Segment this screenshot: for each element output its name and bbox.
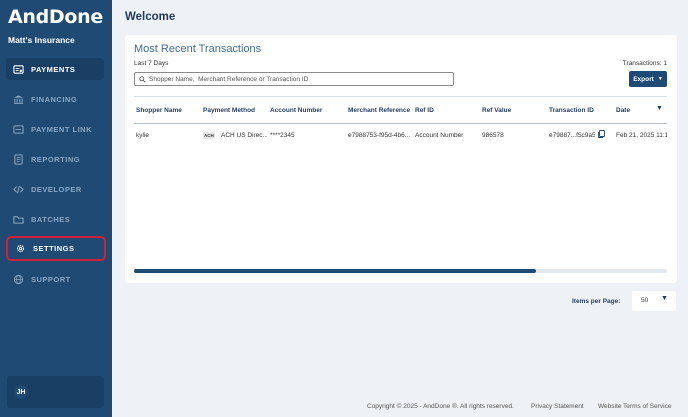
- chevron-down-icon: ▼: [657, 76, 663, 82]
- column-merchant-reference[interactable]: Merchant Reference: [348, 107, 410, 114]
- column-ref-value[interactable]: Ref Value: [482, 107, 511, 114]
- sidebar-item-label: DEVELOPER: [31, 184, 82, 194]
- sidebar-item-support[interactable]: SUPPORT: [6, 268, 104, 290]
- folder-icon: [12, 213, 24, 225]
- scrollbar-thumb[interactable]: [134, 269, 536, 273]
- footer-copyright: Copyright © 2025 - AndDone ®. All rights…: [367, 403, 514, 410]
- items-per-page-value: 50: [641, 297, 649, 304]
- ach-logo-icon: ACH: [203, 132, 215, 139]
- sidebar-item-label: SETTINGS: [33, 244, 75, 253]
- header-divider: [134, 96, 667, 97]
- export-label: Export: [633, 75, 654, 83]
- code-icon: [12, 183, 24, 195]
- sidebar: AndDone Matt's Insurance PAYMENTS FINANC…: [0, 0, 112, 417]
- column-payment-method[interactable]: Payment Method: [203, 107, 255, 114]
- sidebar-item-payments[interactable]: PAYMENTS: [6, 58, 104, 80]
- bank-icon: [12, 93, 24, 105]
- sidebar-item-label: REPORTING: [31, 154, 81, 164]
- gear-icon: [14, 243, 26, 255]
- transactions-count: Transactions: 1: [622, 60, 667, 67]
- horizontal-scrollbar[interactable]: [134, 269, 667, 273]
- sidebar-item-label: SUPPORT: [31, 274, 71, 284]
- sidebar-item-label: BATCHES: [31, 214, 71, 224]
- sidebar-item-reporting[interactable]: REPORTING: [6, 148, 104, 170]
- sidebar-item-label: PAYMENT LINK: [31, 124, 93, 134]
- sidebar-item-payment-link[interactable]: PAYMENT LINK: [6, 118, 104, 140]
- copy-icon[interactable]: [598, 130, 605, 138]
- items-per-page-select[interactable]: 50 ▼: [632, 291, 676, 311]
- period-label: Last 7 Days: [134, 60, 169, 67]
- column-ref-id[interactable]: Ref ID: [415, 107, 434, 114]
- cell-merchant-reference: e7988753-f95d-4b6...: [348, 132, 411, 139]
- footer-terms-link[interactable]: Website Terms of Service: [598, 403, 671, 410]
- sidebar-item-label: PAYMENTS: [31, 64, 76, 74]
- payments-icon: [12, 63, 24, 75]
- cell-account-number: ****2345: [270, 132, 295, 139]
- sidebar-item-batches[interactable]: BATCHES: [6, 208, 104, 230]
- card-title: Most Recent Transactions: [134, 43, 262, 55]
- column-date[interactable]: Date: [616, 107, 630, 114]
- table-header: Shopper Name Payment Method Account Numb…: [134, 96, 667, 124]
- avatar[interactable]: JH: [14, 385, 28, 399]
- cell-shopper-name[interactable]: kylie: [136, 132, 149, 139]
- link-icon: [12, 123, 24, 135]
- export-button[interactable]: Export ▼: [629, 71, 667, 87]
- column-transaction-id[interactable]: Transaction ID: [549, 107, 594, 114]
- transactions-card: Most Recent Transactions Last 7 Days Tra…: [125, 35, 677, 283]
- cell-ref-id: Account Number: [415, 132, 464, 139]
- sort-desc-icon[interactable]: ▼: [656, 105, 663, 112]
- cell-date: Feb 21, 2025 11:1: [616, 132, 667, 139]
- cell-transaction-id: e79887...f5c9a5: [549, 132, 595, 139]
- sidebar-item-developer[interactable]: DEVELOPER: [6, 178, 104, 200]
- items-per-page-label: Items per Page:: [572, 298, 621, 305]
- sidebar-item-label: FINANCING: [31, 94, 78, 104]
- org-name: Matt's Insurance: [8, 35, 75, 45]
- sidebar-item-settings[interactable]: SETTINGS: [6, 236, 106, 261]
- sidebar-item-financing[interactable]: FINANCING: [6, 88, 104, 110]
- globe-icon: [12, 273, 24, 285]
- footer-privacy-link[interactable]: Privacy Statement: [531, 403, 584, 410]
- cell-payment-method: ACH US Direc...: [221, 132, 267, 139]
- cell-ref-value: 986578: [482, 132, 504, 139]
- column-shopper-name[interactable]: Shopper Name: [136, 107, 182, 114]
- anddone-logo[interactable]: AndDone: [8, 6, 103, 28]
- search-box[interactable]: [134, 72, 454, 86]
- report-icon: [12, 153, 24, 165]
- user-menu[interactable]: JH: [7, 376, 104, 408]
- page-title: Welcome: [125, 11, 176, 23]
- search-input[interactable]: [149, 75, 439, 83]
- column-account-number[interactable]: Account Number: [270, 107, 322, 114]
- chevron-down-icon: ▼: [661, 295, 668, 302]
- search-icon: [139, 75, 146, 83]
